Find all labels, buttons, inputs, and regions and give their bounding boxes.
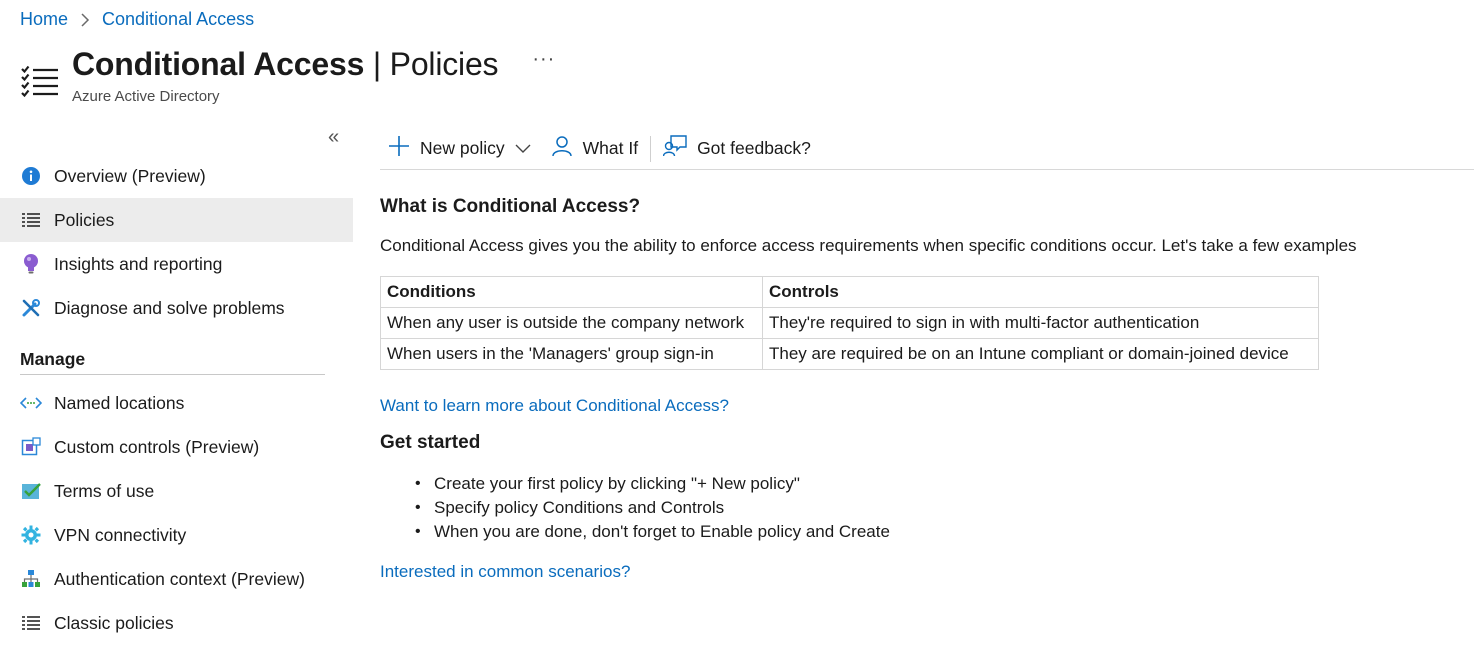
what-if-button[interactable]: What If	[541, 131, 648, 167]
table-row: When any user is outside the company net…	[380, 307, 1319, 339]
new-policy-label: New policy	[420, 138, 505, 158]
sidebar-item-diagnose[interactable]: Diagnose and solve problems	[0, 286, 353, 330]
sidebar-item-label: Named locations	[54, 392, 185, 413]
sidebar-item-label: Terms of use	[54, 480, 155, 501]
examples-table: Conditions Controls When any user is out…	[380, 276, 1319, 370]
policies-list-icon	[20, 60, 60, 100]
sidebar-item-label: Custom controls (Preview)	[54, 436, 260, 457]
code-arrows-icon	[20, 392, 42, 414]
what-if-label: What If	[582, 138, 639, 158]
list-icon	[20, 209, 42, 231]
common-scenarios-link[interactable]: Interested in common scenarios?	[380, 562, 630, 582]
list-item: Specify policy Conditions and Controls	[415, 496, 1440, 520]
column-header-controls: Controls	[762, 276, 1319, 308]
chevron-right-icon	[80, 12, 90, 27]
sidebar-item-overview[interactable]: Overview (Preview)	[0, 154, 353, 198]
table-cell: They're required to sign in with multi-f…	[762, 307, 1319, 339]
sidebar-item-label: Policies	[54, 209, 115, 230]
table-cell: They are required be on an Intune compli…	[762, 338, 1319, 370]
lightbulb-icon	[20, 253, 42, 275]
sidebar-item-label: VPN connectivity	[54, 524, 187, 545]
checkbox-icon	[20, 480, 42, 502]
table-cell: When users in the 'Managers' group sign-…	[380, 338, 763, 370]
get-started-list: Create your first policy by clicking "+ …	[415, 472, 1440, 544]
wrench-icon	[20, 297, 42, 319]
manage-section-heading: Manage	[20, 349, 86, 369]
breadcrumb-home-link[interactable]: Home	[20, 9, 68, 30]
sidebar-item-label: Overview (Preview)	[54, 165, 206, 186]
sidebar-item-terms-of-use[interactable]: Terms of use	[0, 469, 353, 513]
more-options-button[interactable]: ···	[532, 48, 555, 71]
page-title-separator: |	[364, 46, 390, 82]
list-item: Create your first policy by clicking "+ …	[415, 472, 1440, 496]
sidebar: Overview (Preview) Policies Insights and…	[0, 154, 353, 645]
sidebar-item-label: Diagnose and solve problems	[54, 297, 285, 318]
learn-more-link[interactable]: Want to learn more about Conditional Acc…	[380, 396, 729, 416]
sidebar-item-classic-policies[interactable]: Classic policies	[0, 601, 353, 645]
breadcrumb-current-link[interactable]: Conditional Access	[102, 9, 254, 30]
main-content: What is Conditional Access? Conditional …	[380, 196, 1440, 582]
page-header: Conditional Access | Policies Azure Acti…	[20, 42, 555, 105]
page-title-strong: Conditional Access	[72, 46, 365, 82]
sidebar-item-policies[interactable]: Policies	[0, 198, 353, 242]
sidebar-item-named-locations[interactable]: Named locations	[0, 381, 353, 425]
table-row: When users in the 'Managers' group sign-…	[380, 338, 1319, 370]
section-divider	[20, 374, 325, 375]
chevron-down-icon[interactable]	[515, 138, 531, 159]
page-title-rest: Policies	[389, 46, 499, 82]
list-icon	[20, 612, 42, 634]
toolbar-divider	[650, 135, 652, 162]
feedback-icon	[662, 135, 687, 162]
person-icon	[551, 135, 573, 162]
page-title: Conditional Access | Policies	[72, 42, 499, 86]
sidebar-item-vpn[interactable]: VPN connectivity	[0, 513, 353, 557]
info-icon	[20, 165, 42, 187]
hierarchy-icon	[20, 568, 42, 590]
collapse-sidebar-button[interactable]: «	[328, 126, 339, 149]
feedback-label: Got feedback?	[697, 138, 811, 158]
list-item: When you are done, don't forget to Enabl…	[415, 520, 1440, 544]
gear-icon	[20, 524, 42, 546]
sidebar-item-label: Insights and reporting	[54, 253, 223, 274]
custom-controls-icon	[20, 436, 42, 458]
table-cell: When any user is outside the company net…	[380, 307, 763, 339]
sidebar-item-label: Authentication context (Preview)	[54, 568, 305, 589]
intro-text: Conditional Access gives you the ability…	[380, 236, 1357, 255]
plus-icon	[388, 135, 410, 162]
sidebar-item-auth-context[interactable]: Authentication context (Preview)	[0, 557, 353, 601]
sidebar-item-insights[interactable]: Insights and reporting	[0, 242, 353, 286]
command-bar: New policy What If Got feedback?	[380, 128, 1474, 170]
page-subtitle: Azure Active Directory	[72, 88, 220, 105]
table-header-row: Conditions Controls	[380, 276, 1319, 308]
new-policy-button[interactable]: New policy	[380, 131, 541, 167]
sidebar-item-label: Classic policies	[54, 612, 174, 633]
sidebar-item-custom-controls[interactable]: Custom controls (Preview)	[0, 425, 353, 469]
section-heading: What is Conditional Access?	[380, 196, 641, 217]
breadcrumb: Home Conditional Access	[20, 9, 254, 30]
feedback-button[interactable]: Got feedback?	[653, 131, 821, 167]
get-started-heading: Get started	[380, 432, 481, 453]
column-header-conditions: Conditions	[380, 276, 763, 308]
